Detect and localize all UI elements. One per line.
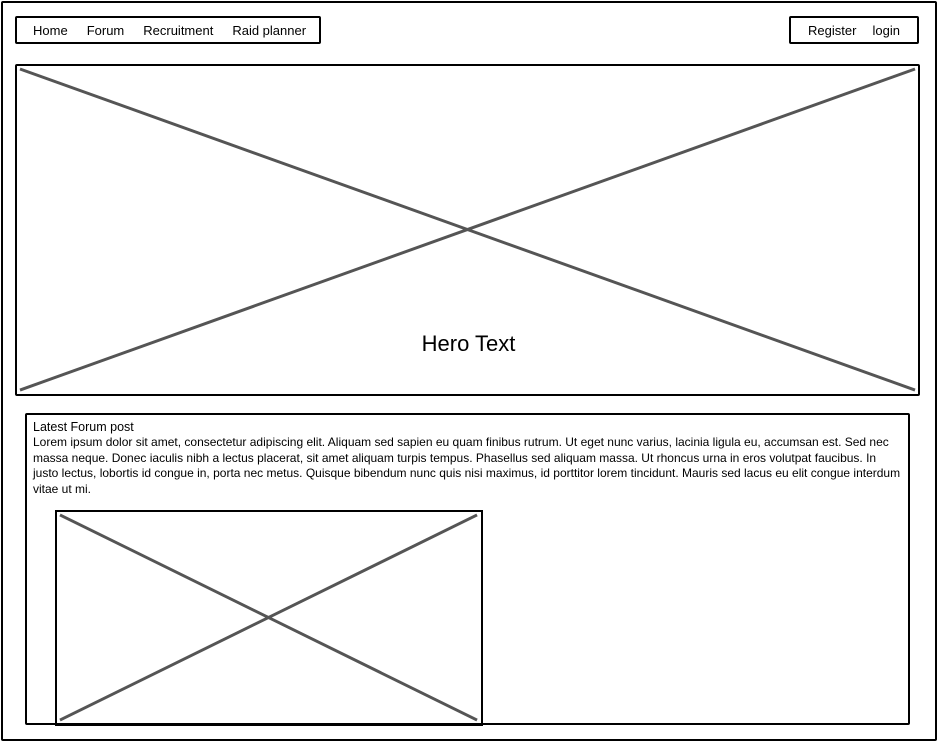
post-image-placeholder (55, 510, 483, 726)
post-image-placeholder-icon (59, 513, 478, 722)
register-link[interactable]: Register (808, 23, 856, 38)
latest-post-panel: Latest Forum post Lorem ipsum dolor sit … (25, 413, 910, 726)
account-nav: Register login (789, 16, 919, 44)
nav-link-raid-planner[interactable]: Raid planner (232, 23, 306, 38)
hero-banner: Hero Text (15, 64, 920, 396)
post-body: Lorem ipsum dolor sit amet, consectetur … (33, 435, 901, 496)
post-title: Latest Forum post (33, 420, 134, 434)
main-nav: Home Forum Recruitment Raid planner (15, 16, 321, 44)
nav-link-recruitment[interactable]: Recruitment (143, 23, 213, 38)
login-link[interactable]: login (872, 23, 899, 38)
nav-link-forum[interactable]: Forum (87, 23, 125, 38)
nav-link-home[interactable]: Home (33, 23, 68, 38)
hero-text: Hero Text (421, 331, 516, 356)
